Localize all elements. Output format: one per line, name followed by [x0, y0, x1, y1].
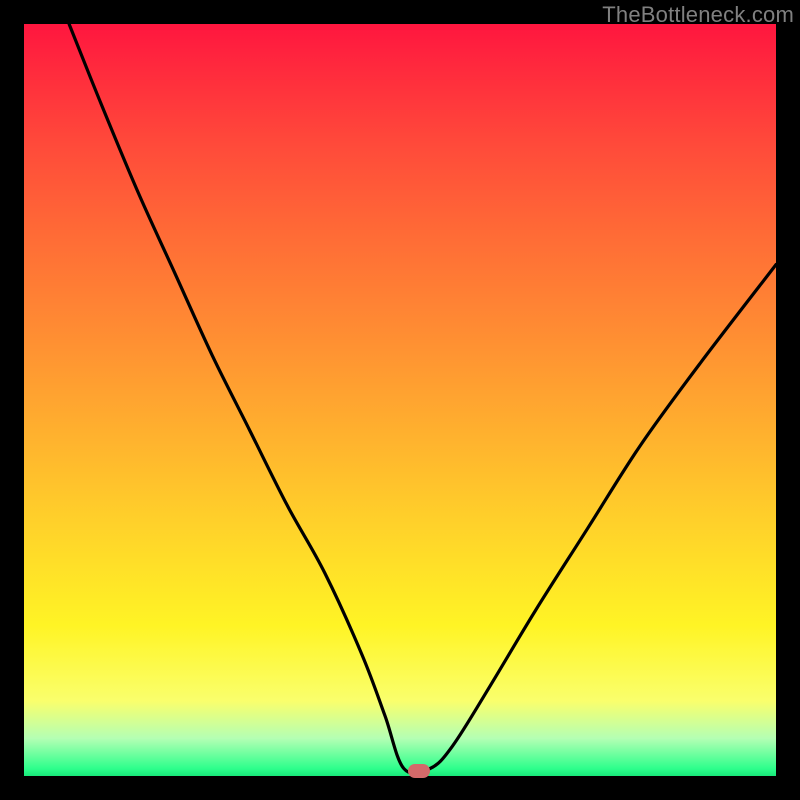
- optimal-marker: [408, 764, 430, 778]
- bottleneck-curve: [24, 24, 776, 776]
- watermark-text: TheBottleneck.com: [602, 2, 794, 28]
- plot-area: [24, 24, 776, 776]
- curve-path: [69, 24, 776, 773]
- chart-frame: TheBottleneck.com: [0, 0, 800, 800]
